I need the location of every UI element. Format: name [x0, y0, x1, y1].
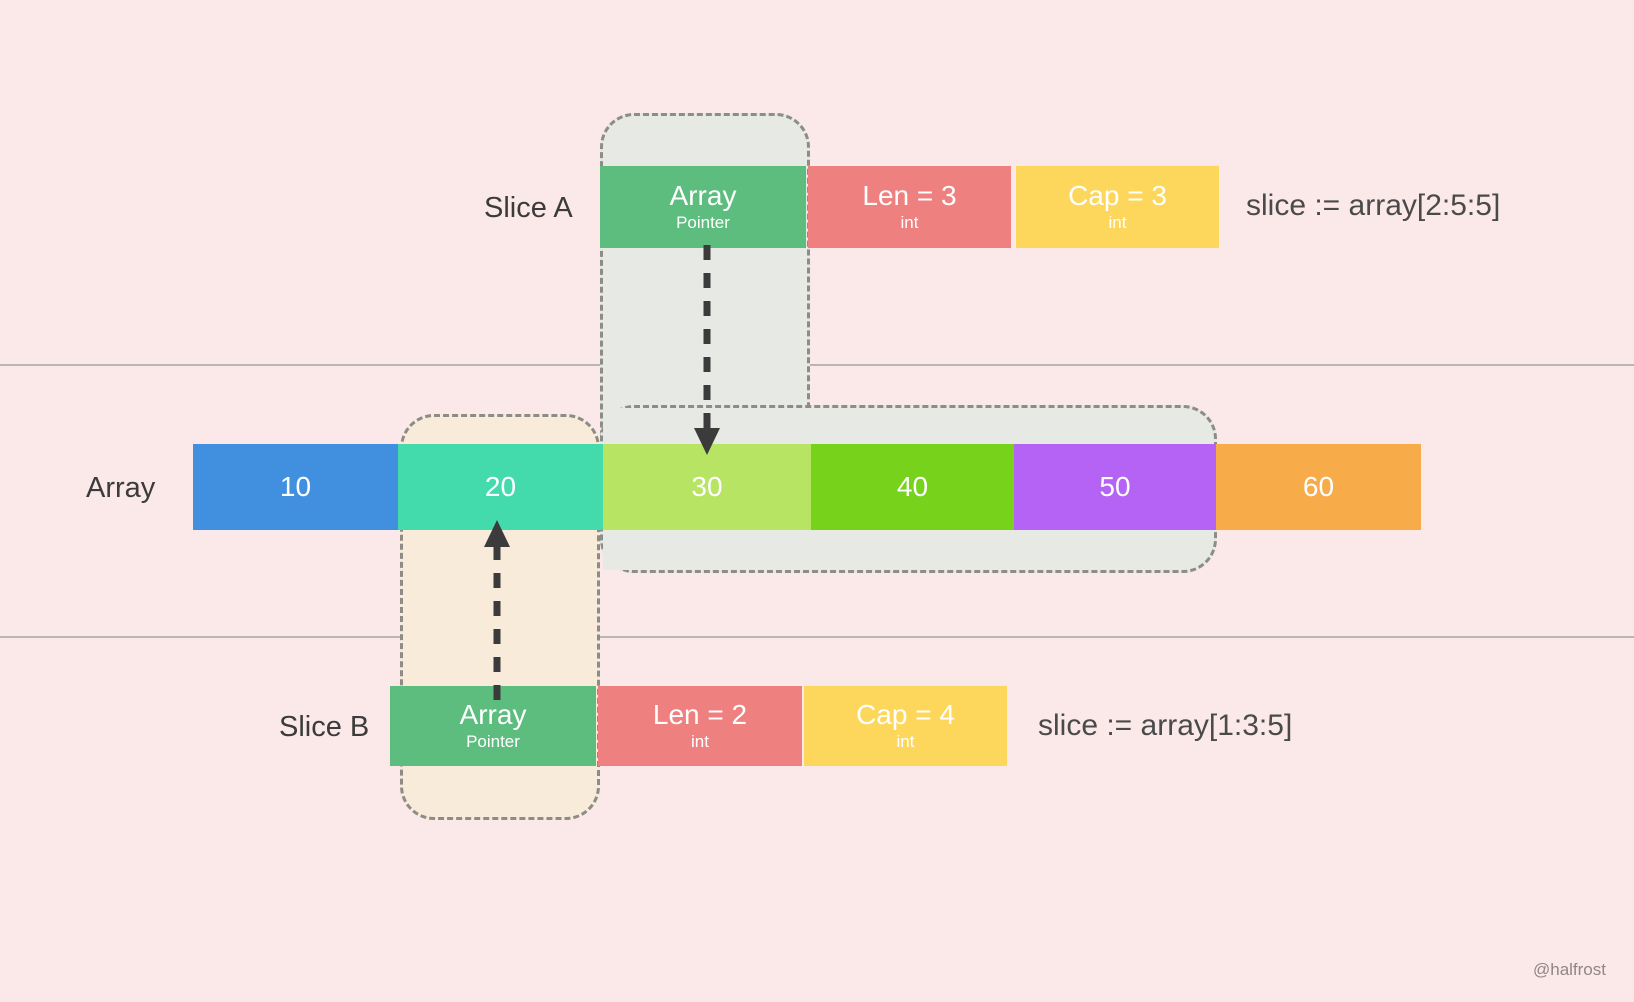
diagram-canvas: Array Pointer Len = 3 int Cap = 3 int Ar…: [0, 0, 1634, 1002]
array-cell: 60: [1216, 444, 1421, 530]
array-cell: 30: [603, 444, 811, 530]
slice-a-pointer-arrow-icon: [694, 245, 720, 455]
slice-a-pointer-title: Array: [669, 180, 737, 212]
slice-b-len-field: Len = 2 int: [598, 686, 802, 766]
slice-a-len-title: Len = 3: [862, 180, 957, 212]
slice-a-cap-subtitle: int: [1108, 212, 1127, 232]
slice-a-len-subtitle: int: [900, 212, 919, 232]
array-cell: 40: [811, 444, 1014, 530]
slice-a-cap-field: Cap = 3 int: [1016, 166, 1219, 248]
slice-a-len-field: Len = 3 int: [808, 166, 1011, 248]
slice-b-code-annotation: slice := array[1:3:5]: [1038, 709, 1293, 742]
slice-a-array-pointer-field: Array Pointer: [600, 166, 806, 248]
watermark: @halfrost: [1532, 960, 1606, 979]
array-cell: 50: [1014, 444, 1216, 530]
slice-b-pointer-title: Array: [459, 699, 527, 731]
slice-a-code-annotation: slice := array[2:5:5]: [1246, 189, 1501, 222]
slice-b-cap-title: Cap = 4: [856, 699, 955, 731]
array-label: Array: [86, 472, 156, 504]
slice-b-len-subtitle: int: [691, 731, 709, 751]
slice-a-label: Slice A: [484, 192, 573, 224]
slice-b-cap-field: Cap = 4 int: [804, 686, 1007, 766]
array-cell: 10: [193, 444, 398, 530]
band-divider-top: [0, 364, 1634, 366]
slice-b-pointer-arrow-icon: [484, 520, 510, 700]
slice-b-len-title: Len = 2: [652, 699, 748, 731]
slice-b-pointer-subtitle: Pointer: [466, 731, 520, 751]
slice-a-struct: Array Pointer Len = 3 int Cap = 3 int: [600, 166, 1219, 248]
slice-a-pointer-subtitle: Pointer: [676, 212, 730, 232]
slice-b-label: Slice B: [279, 711, 370, 743]
backing-array: 10 20 30 40 50 60: [193, 444, 1421, 530]
slice-a-cap-title: Cap = 3: [1068, 180, 1167, 212]
array-cell: 20: [398, 444, 603, 530]
band-divider-bottom: [0, 636, 1634, 638]
slice-b-cap-subtitle: int: [896, 731, 915, 751]
